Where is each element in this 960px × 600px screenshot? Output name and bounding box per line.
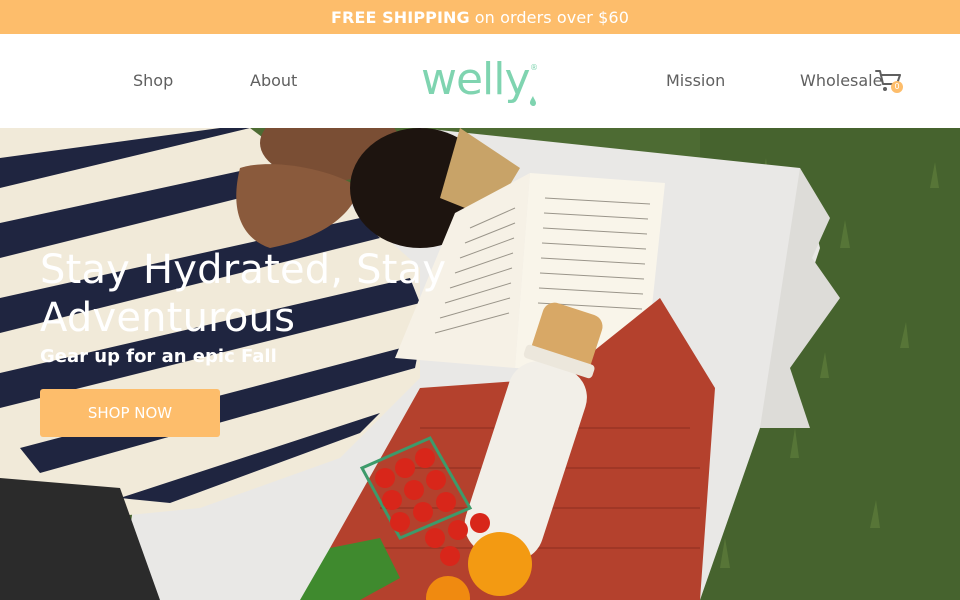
nav-shop[interactable]: Shop: [133, 71, 173, 90]
nav-mission[interactable]: Mission: [666, 71, 725, 90]
logo-wordmark: welly: [421, 54, 530, 105]
announcement-bar: FREE SHIPPING on orders over $60: [0, 0, 960, 34]
logo-registered-mark: ®: [530, 63, 538, 72]
site-header: Shop About welly ® Mission Wholesale 0: [0, 34, 960, 128]
hero-banner: Stay Hydrated, Stay Adventurous Gear up …: [0, 128, 960, 600]
nav-wholesale[interactable]: Wholesale: [800, 71, 882, 90]
announcement-highlight: FREE SHIPPING: [331, 7, 470, 27]
nav-about[interactable]: About: [250, 71, 297, 90]
hero-subtitle: Gear up for an epic Fall: [40, 346, 277, 367]
announcement-text: on orders over $60: [474, 7, 629, 27]
logo-drop-icon: [529, 96, 536, 107]
orange-shape: [468, 532, 532, 596]
welly-logo[interactable]: welly ®: [421, 54, 541, 110]
logo-graphic: welly ®: [421, 54, 538, 107]
hero-title: Stay Hydrated, Stay Adventurous: [40, 247, 447, 341]
cart-count-badge: 0: [891, 81, 903, 93]
shop-now-button[interactable]: SHOP NOW: [40, 389, 220, 437]
cart-button[interactable]: 0: [875, 68, 905, 96]
